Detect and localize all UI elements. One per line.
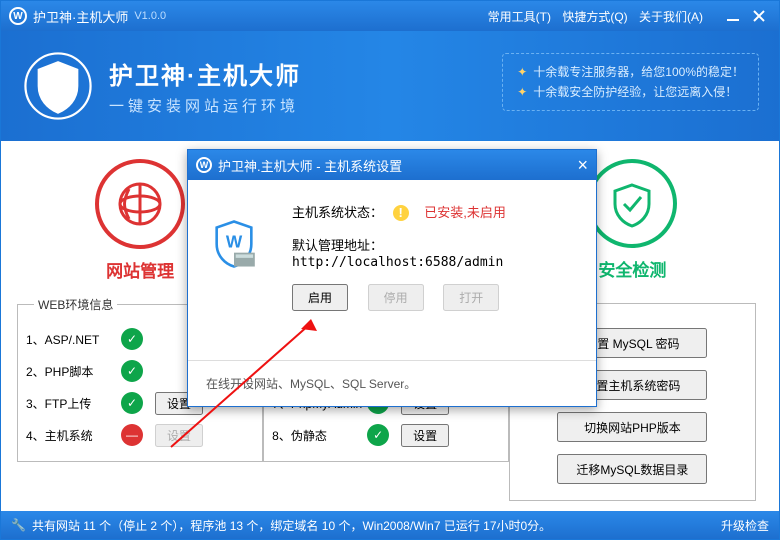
address-label: 默认管理地址： — [292, 238, 383, 253]
status-label: 主机系统状态： — [292, 205, 383, 220]
host-shield-icon: W — [208, 218, 260, 270]
settings-button[interactable]: 设置 — [155, 424, 203, 447]
status-value: 已安装,未启用 — [424, 205, 506, 220]
app-name: 护卫神·主机大师 — [33, 7, 128, 26]
minimize-button[interactable] — [721, 6, 745, 26]
dialog-close-button[interactable]: × — [577, 155, 588, 176]
menu-about[interactable]: 关于我们(A) — [639, 10, 703, 24]
check-icon: ✓ — [121, 392, 143, 414]
status-bar: 🔧 共有网站 11 个（停止 2 个），程序池 13 个，绑定域名 10 个，W… — [1, 511, 779, 539]
website-manage-label: 网站管理 — [106, 257, 174, 282]
env-row: 8、伪静态✓设置 — [272, 419, 500, 451]
dialog-footer: 在线开设网站、MySQL、SQL Server。 — [188, 360, 596, 406]
website-manage-icon[interactable] — [95, 159, 185, 249]
close-button[interactable] — [747, 6, 771, 26]
app-logo-icon: W — [9, 7, 27, 25]
status-icon: 🔧 — [11, 518, 26, 532]
host-settings-dialog: W 护卫神.主机大师 - 主机系统设置 × W 主机系统状态： ! 已安装,未启… — [187, 149, 597, 407]
stop-button: 停用 — [368, 284, 424, 311]
enable-button[interactable]: 启用 — [292, 284, 348, 311]
check-icon: ✓ — [121, 328, 143, 350]
app-version: V1.0.0 — [134, 10, 166, 22]
svg-text:W: W — [48, 75, 69, 100]
tool-button[interactable]: 切换网站PHP版本 — [557, 412, 707, 442]
warning-icon: ! — [393, 205, 409, 221]
check-icon: ✓ — [121, 360, 143, 382]
open-button: 打开 — [443, 284, 499, 311]
banner-subtitle: 一键安装网站运行环境 — [109, 95, 301, 116]
status-text: 共有网站 11 个（停止 2 个），程序池 13 个，绑定域名 10 个，Win… — [32, 517, 551, 534]
check-icon: ✓ — [367, 424, 389, 446]
banner-infobox: ✦十余载专注服务器，给您100%的稳定！ ✦十余载安全防护经验，让您远离入侵！ — [502, 53, 759, 111]
svg-text:W: W — [226, 231, 243, 251]
menu-tools[interactable]: 常用工具(T) — [488, 10, 551, 24]
security-check-label: 安全检测 — [598, 256, 666, 281]
address-value: http://localhost:6588/admin — [292, 255, 503, 270]
banner-title: 护卫神·主机大师 — [109, 56, 301, 91]
security-check-icon[interactable] — [587, 159, 677, 248]
banner: W 护卫神·主机大师 一键安装网站运行环境 ✦十余载专注服务器，给您100%的稳… — [1, 31, 779, 141]
settings-button[interactable]: 设置 — [401, 424, 449, 447]
env-row: 4、主机系统—设置 — [26, 419, 254, 451]
app-logo-icon: W — [196, 157, 212, 173]
tool-button[interactable]: 迁移MySQL数据目录 — [557, 454, 707, 484]
dialog-title: 护卫神.主机大师 - 主机系统设置 — [218, 156, 402, 175]
menu-shortcuts[interactable]: 快捷方式(Q) — [562, 10, 627, 24]
upgrade-check-link[interactable]: 升级检查 — [721, 517, 769, 534]
shield-icon: W — [21, 49, 95, 123]
error-icon: — — [121, 424, 143, 446]
